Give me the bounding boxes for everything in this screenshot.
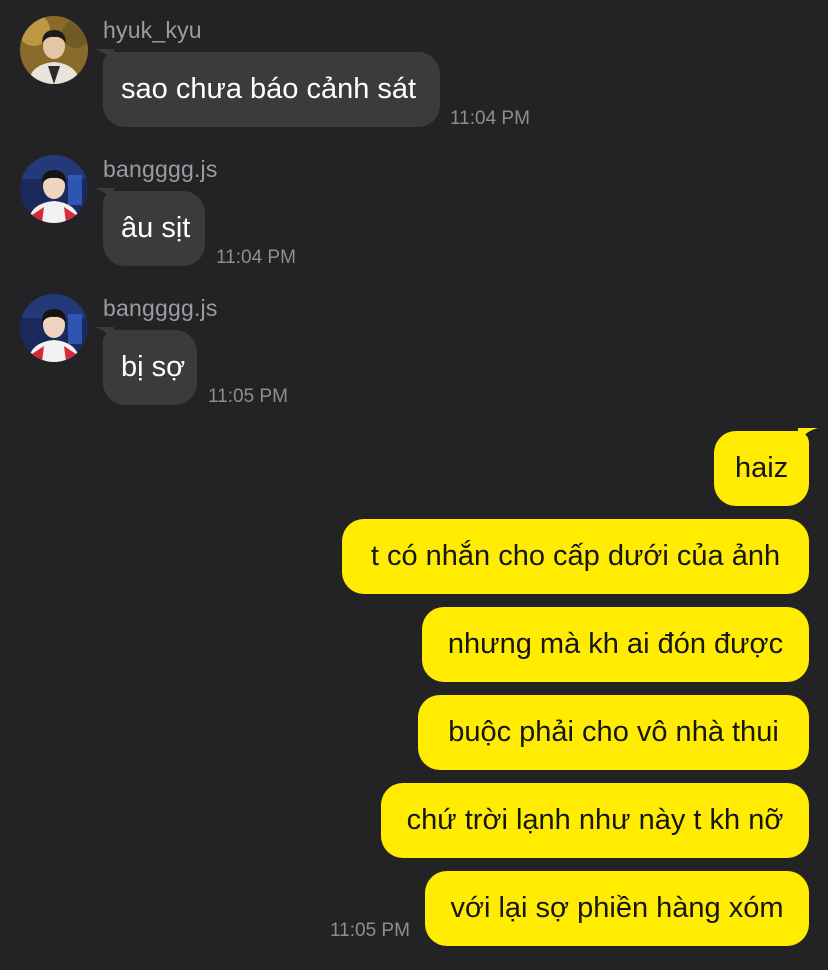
outgoing-message-bubble[interactable]: buộc phải cho vô nhà thui xyxy=(418,695,809,770)
outgoing-message-bubble[interactable]: haiz xyxy=(714,428,818,506)
avatar[interactable] xyxy=(20,16,88,84)
outgoing-message-bubble[interactable]: chứ trời lạnh như này t kh nỡ xyxy=(381,783,809,858)
message-bubble[interactable]: âu sịt xyxy=(94,188,205,266)
message-timestamp: 11:04 PM xyxy=(450,108,530,129)
message-timestamp: 11:05 PM xyxy=(208,386,288,407)
user-avatar-icon xyxy=(20,155,88,223)
outgoing-message-bubble[interactable]: với lại sợ phiền hàng xóm xyxy=(425,871,809,946)
avatar[interactable] xyxy=(20,294,88,362)
message-timestamp: 11:05 PM xyxy=(330,920,410,941)
bubble-tail-icon xyxy=(798,428,818,442)
sender-name: bangggg.js xyxy=(103,295,218,321)
message-text: âu sịt xyxy=(121,212,191,244)
bubble-tail-icon xyxy=(94,49,114,63)
message-text: haiz xyxy=(735,452,789,484)
message-text: t có nhắn cho cấp dưới của ảnh xyxy=(370,540,781,572)
sender-name: bangggg.js xyxy=(103,156,218,182)
chat-thread: hyuk_kyu sao chưa báo cảnh sát 11:04 PM … xyxy=(0,0,828,970)
message-text: buộc phải cho vô nhà thui xyxy=(448,716,779,748)
outgoing-message-bubble[interactable]: nhưng mà kh ai đón được xyxy=(422,607,809,682)
message-bubble[interactable]: sao chưa báo cảnh sát xyxy=(94,49,440,127)
message-text: sao chưa báo cảnh sát xyxy=(121,73,417,105)
message-text: bị sợ xyxy=(121,351,186,383)
message-text: chứ trời lạnh như này t kh nỡ xyxy=(406,804,784,836)
user-avatar-icon xyxy=(20,16,88,84)
outgoing-message-bubble[interactable]: t có nhắn cho cấp dưới của ảnh xyxy=(342,519,809,594)
avatar[interactable] xyxy=(20,155,88,223)
message-text: nhưng mà kh ai đón được xyxy=(447,628,784,660)
sender-name: hyuk_kyu xyxy=(103,17,202,43)
message-timestamp: 11:04 PM xyxy=(216,247,296,268)
message-text: với lại sợ phiền hàng xóm xyxy=(450,892,784,924)
bubble-tail-icon xyxy=(94,327,114,341)
user-avatar-icon xyxy=(20,294,88,362)
bubble-tail-icon xyxy=(94,188,114,202)
message-bubble[interactable]: bị sợ xyxy=(94,327,197,405)
